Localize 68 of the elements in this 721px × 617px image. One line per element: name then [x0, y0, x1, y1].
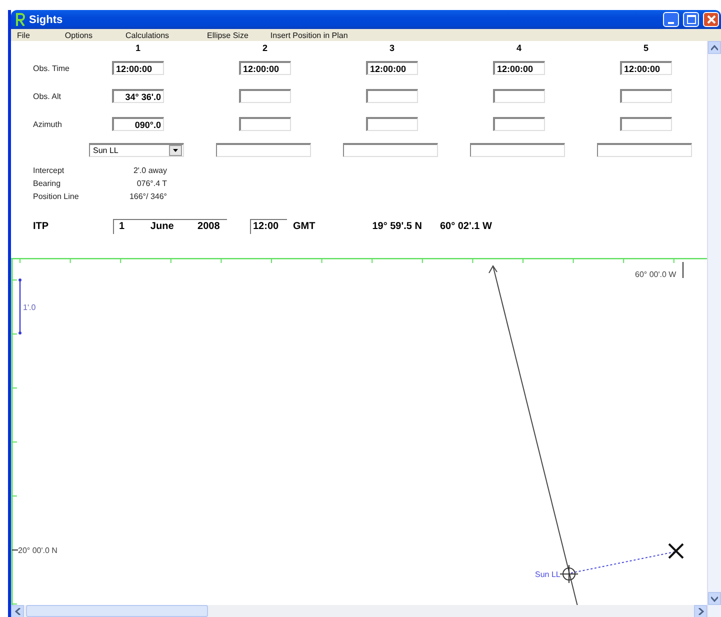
input-field[interactable]: 12:00:00: [239, 61, 291, 75]
caret-icon: [169, 145, 182, 156]
column-number: 3: [388, 42, 396, 54]
result-label: Bearing: [32, 179, 62, 188]
maximize-button[interactable]: [683, 12, 699, 27]
result-label: Position Line: [32, 192, 80, 201]
input-field[interactable]: 34° 36'.0: [112, 89, 164, 103]
input-field[interactable]: [493, 89, 545, 103]
scroll-up-button[interactable]: [708, 41, 721, 54]
column-number: 4: [515, 42, 522, 54]
longitude-value: 60° 02'.1 W: [440, 220, 492, 232]
close-button[interactable]: [703, 12, 719, 27]
input-field[interactable]: [343, 143, 438, 157]
time-field[interactable]: 12:00: [250, 218, 287, 234]
menu-item[interactable]: Calculations: [125, 30, 170, 40]
scroll-left-button[interactable]: [11, 604, 24, 617]
input-field[interactable]: [216, 143, 311, 157]
input-field[interactable]: 090°.0: [112, 117, 164, 131]
latitude-label: 20° 00'.0 N: [18, 546, 58, 555]
result-value: 2'.0 away: [132, 166, 167, 175]
menu-item[interactable]: Ellipse Size: [207, 30, 248, 40]
vertical-scrollbar[interactable]: [707, 41, 721, 617]
longitude-tick: [682, 262, 684, 278]
input-field[interactable]: 12:00:00: [493, 61, 545, 75]
result-value: 166°/ 346°: [128, 192, 167, 201]
column-number: 1: [134, 42, 142, 54]
itp-label: ITP: [32, 220, 50, 232]
scale-bar: [18, 278, 22, 334]
crosshair-icon: [560, 564, 578, 584]
result-value: 076°.4 T: [136, 179, 167, 188]
row-label: Obs. Alt: [32, 92, 62, 100]
latitude-value: 19° 59'.5 N: [372, 220, 422, 232]
longitude-label: 60° 00'.0 W: [635, 270, 676, 279]
input-field[interactable]: [597, 143, 692, 157]
menu-item[interactable]: File: [17, 30, 30, 40]
column-number: 2: [261, 42, 268, 54]
input-field[interactable]: [620, 89, 672, 103]
minimize-icon: [668, 22, 674, 24]
menu-item[interactable]: Options: [64, 30, 92, 40]
input-field[interactable]: [366, 89, 418, 103]
row-label: Obs. Time: [32, 64, 70, 72]
cross-icon: [668, 543, 684, 559]
menu-item[interactable]: Insert Position in Plan: [270, 30, 348, 40]
input-field[interactable]: 12:00:00: [620, 61, 672, 75]
dropdown[interactable]: Sun LL: [89, 143, 184, 157]
close-icon: [706, 15, 716, 24]
input-field[interactable]: [620, 117, 672, 131]
result-label: Intercept: [32, 166, 66, 175]
column-number: 5: [642, 42, 650, 54]
input-field[interactable]: 12:00:00: [366, 61, 418, 75]
input-field[interactable]: [470, 143, 565, 157]
time-zone: GMT: [293, 220, 316, 232]
scroll-right-button[interactable]: [694, 604, 707, 617]
input-field[interactable]: [239, 117, 291, 131]
horizontal-scrollbar[interactable]: [11, 605, 707, 617]
sight-label: Sun LL: [535, 570, 560, 579]
row-label: Azimuth: [32, 120, 63, 128]
window-title: Sights: [29, 14, 64, 26]
date-field[interactable]: 1 June 2008: [113, 218, 227, 234]
maximize-icon: [686, 15, 696, 24]
minimize-button[interactable]: [663, 12, 679, 27]
input-field[interactable]: 12:00:00: [112, 61, 164, 75]
scroll-down-button[interactable]: [708, 592, 721, 605]
scale-label: 1'.0: [23, 303, 36, 312]
app-logo-icon: [15, 13, 25, 26]
input-field[interactable]: [366, 117, 418, 131]
input-field[interactable]: [239, 89, 291, 103]
input-field[interactable]: [493, 117, 545, 131]
